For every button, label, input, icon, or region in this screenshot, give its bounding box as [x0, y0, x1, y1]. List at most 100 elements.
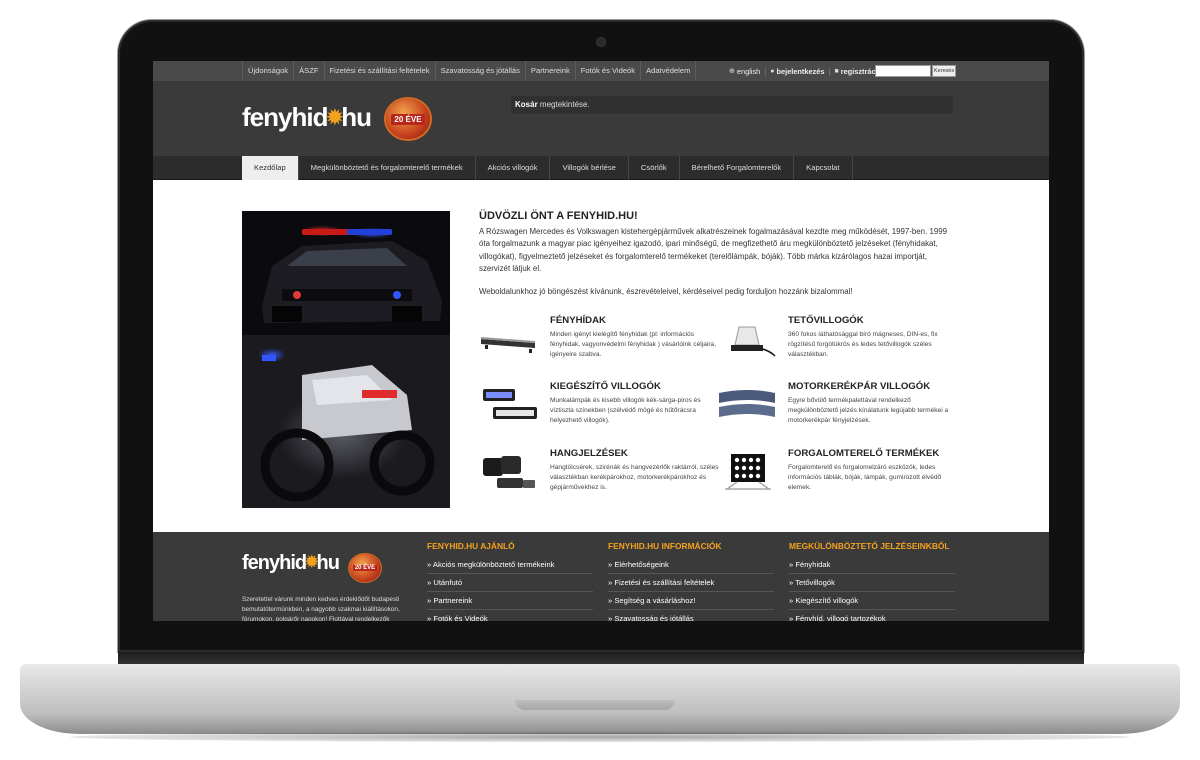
- laptop-notch: [515, 700, 675, 710]
- top-nav-item-szavatossag[interactable]: Szavatosság és jótállás: [436, 61, 526, 81]
- intro-paragraph-closing: Weboldalunkhoz jó böngészést kívánunk, é…: [479, 286, 853, 296]
- footer-link[interactable]: » Tetővillogók: [789, 574, 955, 592]
- police-motorcycle-image: [260, 355, 435, 502]
- top-nav: Újdonságok ÁSZF Fizetési és szállítási f…: [242, 61, 697, 81]
- site-footer: fenyhid✹hu 20 ÉVE Szeretettel várunk min…: [153, 532, 1049, 621]
- category-desc: Forgalomterelő és forgalomelzáró eszközö…: [788, 464, 942, 491]
- laptop-base: [20, 664, 1180, 734]
- site-header: fenyhid✹hu 20 ÉVE Kosár megtekintése.: [153, 81, 1049, 156]
- cart-label: Kosár: [515, 100, 538, 109]
- category-desc: Egyre bővülő termékpalettával rendelkező…: [788, 397, 949, 424]
- category-fenyhidak[interactable]: FÉNYHÍDAK Minden igényt kielégítő fényhi…: [479, 315, 719, 375]
- cart-link-text: megtekintése.: [539, 100, 590, 109]
- category-desc: 360 fokos láthatósággal bíró mágneses, D…: [788, 331, 938, 358]
- footer-link[interactable]: » Fizetési és szállítási feltételek: [608, 574, 774, 592]
- footer-logo[interactable]: fenyhid✹hu: [242, 552, 340, 575]
- main-content: ÜDVÖZLI ÖNT A FENYHID.HU! A Rózswagen Me…: [153, 180, 1049, 532]
- main-nav-item-kapcsolat[interactable]: Kapcsolat: [794, 156, 853, 180]
- police-car-photo: [242, 211, 450, 335]
- intro-section: ÜDVÖZLI ÖNT A FENYHID.HU! A Rózswagen Me…: [479, 210, 957, 308]
- laptop-shadow: [70, 732, 1130, 742]
- logo-text-right: hu: [316, 552, 340, 574]
- category-title: FÉNYHÍDAK: [550, 315, 606, 326]
- login-link[interactable]: bejelentkezés: [776, 67, 824, 76]
- top-nav-item-fizetesi[interactable]: Fizetési és szállítási feltételek: [325, 61, 436, 81]
- category-title: FORGALOMTERELŐ TERMÉKEK: [788, 448, 940, 459]
- siren-speaker-icon: [483, 456, 535, 488]
- footer-link[interactable]: » Elérhetőségeink: [608, 556, 774, 574]
- category-title: MOTORKERÉKPÁR VILLOGÓK: [788, 381, 931, 392]
- main-nav-item-forgalomterelok[interactable]: Bérelhető Forgalomterelők: [680, 156, 795, 180]
- footer-anniversary-badge: 20 ÉVE: [349, 554, 381, 582]
- footer-about-text: Szeretettel várunk minden kedves érdeklő…: [242, 596, 400, 621]
- separator: |: [828, 66, 831, 76]
- sun-icon: ✹: [326, 107, 343, 129]
- category-tetovillogok[interactable]: TETŐVILLOGÓK 360 fokos láthatósággal bír…: [717, 315, 957, 375]
- category-forgalomterelo[interactable]: FORGALOMTERELŐ TERMÉKEK Forgalomterelő é…: [717, 448, 957, 508]
- footer-link[interactable]: » Szavatosság és jótállás: [608, 610, 774, 621]
- footer-column-ajanlo: FENYHID.HU AJÁNLÓ » Akciós megkülönbözte…: [427, 541, 593, 621]
- beacon-icon: [731, 326, 776, 357]
- category-desc: Hangtölcsérek, szirénák és hangvezérlők …: [550, 464, 719, 491]
- intro-paragraph: A Rózswagen Mercedes és Volkswagen kiste…: [479, 227, 948, 274]
- police-motorcycle-photo: [242, 335, 450, 508]
- globe-icon: ⊕: [729, 68, 735, 75]
- main-nav: Kezdőlap Megkülönböztető és forgalomtere…: [153, 156, 1049, 180]
- category-desc: Munkalámpák és kisebb villogók kék-sárga…: [550, 397, 701, 424]
- footer-link[interactable]: » Fotók és Videók: [427, 610, 593, 621]
- top-nav-item-aszf[interactable]: ÁSZF: [294, 61, 325, 81]
- footer-link[interactable]: » Fényhidak: [789, 556, 955, 574]
- traffic-board-icon: [725, 454, 771, 490]
- top-nav-item-fotok[interactable]: Fotók és Videók: [576, 61, 642, 81]
- footer-column-title: FENYHID.HU INFORMÁCIÓK: [608, 541, 722, 551]
- separator: |: [764, 66, 767, 76]
- main-nav-item-kezdolap[interactable]: Kezdőlap: [242, 156, 299, 180]
- browser-screen: Újdonságok ÁSZF Fizetési és szállítási f…: [153, 61, 1049, 621]
- top-nav-item-partnereink[interactable]: Partnereink: [526, 61, 576, 81]
- main-nav-item-termekek[interactable]: Megkülönböztető és forgalomterelő termék…: [299, 156, 476, 180]
- category-hangjelzesek[interactable]: HANGJELZÉSEK Hangtölcsérek, szirénák és …: [479, 448, 719, 508]
- footer-column-informaciok: FENYHID.HU INFORMÁCIÓK » Elérhetőségeink…: [608, 541, 774, 621]
- category-kiegeszito-villogok[interactable]: KIEGÉSZÍTŐ VILLOGÓK Munkalámpák és kiseb…: [479, 381, 719, 441]
- account-links: ⊕ english | ● bejelentkezés | ■ regisztr…: [729, 61, 882, 81]
- category-motorkerekpar-villogok[interactable]: MOTORKERÉKPÁR VILLOGÓK Egyre bővülő term…: [717, 381, 957, 441]
- search-button[interactable]: Keresés: [932, 65, 956, 77]
- footer-link[interactable]: » Akciós megkülönböztető termékeink: [427, 556, 593, 574]
- category-title: HANGJELZÉSEK: [550, 448, 628, 459]
- top-bar: Újdonságok ÁSZF Fizetési és szállítási f…: [153, 61, 1049, 81]
- intro-title: ÜDVÖZLI ÖNT A FENYHID.HU!: [479, 210, 638, 222]
- badge-text: 20 ÉVE: [352, 565, 378, 571]
- camera-icon: [597, 38, 605, 46]
- police-car-image: [262, 229, 442, 323]
- footer-link[interactable]: » Partnereink: [427, 592, 593, 610]
- footer-link[interactable]: » Segítség a vásárláshoz!: [608, 592, 774, 610]
- footer-link[interactable]: » Kiegészítő villogók: [789, 592, 955, 610]
- hero-photo: [242, 211, 450, 508]
- main-nav-item-berles[interactable]: Villogók bérlése: [550, 156, 629, 180]
- main-nav-item-akcios[interactable]: Akciós villogók: [476, 156, 551, 180]
- category-desc: Minden igényt kielégítő fényhidak (pl: i…: [550, 331, 717, 358]
- footer-column-title: MEGKÜLÖNBÖZTETŐ JELZÉSEINKBŐL: [789, 541, 950, 551]
- anniversary-badge: 20 ÉVE: [386, 99, 430, 139]
- logo-text-right: hu: [341, 102, 372, 132]
- motorcycle-light-icon: [719, 390, 775, 417]
- language-link[interactable]: english: [737, 67, 760, 76]
- search-input[interactable]: [875, 65, 931, 77]
- badge-text: 20 ÉVE: [391, 113, 425, 125]
- user-icon: ●: [770, 67, 775, 75]
- footer-link[interactable]: » Utánfutó: [427, 574, 593, 592]
- main-nav-items: Kezdőlap Megkülönböztető és forgalomtere…: [242, 156, 853, 180]
- logo-text-left: fenyhid: [242, 102, 328, 132]
- lightbar-icon: [481, 337, 535, 353]
- site-logo[interactable]: fenyhid✹hu: [242, 102, 372, 133]
- cart-bar[interactable]: Kosár megtekintése.: [511, 96, 953, 114]
- footer-column-title: FENYHID.HU AJÁNLÓ: [427, 541, 515, 551]
- logo-text-left: fenyhid: [242, 552, 307, 574]
- top-nav-item-ujdonsagok[interactable]: Újdonságok: [242, 61, 295, 81]
- top-nav-item-adatvedelem[interactable]: Adatvédelem: [641, 61, 697, 81]
- main-nav-item-csorlok[interactable]: Csörlők: [629, 156, 680, 180]
- footer-column-jelzesek: MEGKÜLÖNBÖZTETŐ JELZÉSEINKBŐL » Fényhida…: [789, 541, 955, 621]
- led-module-icon: [483, 389, 537, 419]
- lock-icon: ■: [834, 67, 839, 75]
- footer-link[interactable]: » Fényhíd, villogó tartozékok: [789, 610, 955, 621]
